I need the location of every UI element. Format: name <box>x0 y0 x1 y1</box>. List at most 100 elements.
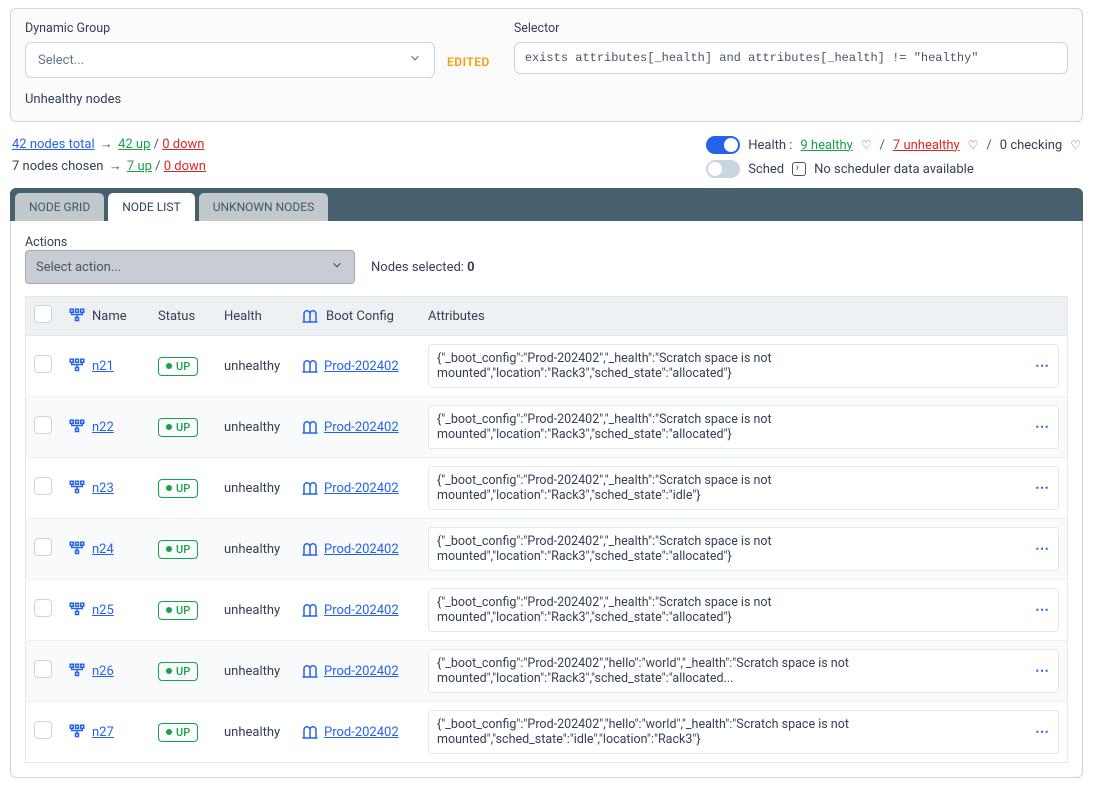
boot-config-link[interactable]: Prod-202402 <box>324 664 399 679</box>
actions-placeholder: Select action... <box>36 260 121 275</box>
node-icon <box>68 540 86 558</box>
boot-config-link[interactable]: Prod-202402 <box>324 542 399 557</box>
boot-icon <box>300 662 320 680</box>
health-cell: unhealthy <box>216 702 292 763</box>
chosen-down-link[interactable]: 0 down <box>164 159 206 174</box>
health-unhealthy-link[interactable]: 7 unhealthy <box>893 138 960 153</box>
row-menu-icon[interactable]: ⋯ <box>1035 724 1050 740</box>
table-row: n21UPunhealthyProd-202402{"_boot_config"… <box>26 336 1068 397</box>
tab-node-grid[interactable]: NODE GRID <box>15 193 104 221</box>
boot-config-link[interactable]: Prod-202402 <box>324 603 399 618</box>
node-icon <box>68 418 86 436</box>
selector-label: Selector <box>514 21 1068 36</box>
col-status: Status <box>150 297 216 336</box>
total-up-link[interactable]: 42 up <box>118 137 150 152</box>
col-boot: Boot Config <box>326 309 394 324</box>
filter-panel: Dynamic Group Select... EDITED Selector … <box>10 8 1083 122</box>
row-checkbox[interactable] <box>34 660 52 678</box>
node-link[interactable]: n26 <box>92 664 114 679</box>
node-link[interactable]: n25 <box>92 603 114 618</box>
health-cell: unhealthy <box>216 519 292 580</box>
health-cell: unhealthy <box>216 336 292 397</box>
row-menu-icon[interactable]: ⋯ <box>1035 480 1050 496</box>
row-checkbox[interactable] <box>34 355 52 373</box>
filter-subline: Unhealthy nodes <box>25 92 1068 107</box>
table-row: n25UPunhealthyProd-202402{"_boot_config"… <box>26 580 1068 641</box>
attributes-text: {"_boot_config":"Prod-202402","hello":"w… <box>437 717 1035 747</box>
boot-config-link[interactable]: Prod-202402 <box>324 725 399 740</box>
row-checkbox[interactable] <box>34 721 52 739</box>
chevron-down-icon <box>408 51 422 69</box>
row-menu-icon[interactable]: ⋯ <box>1035 602 1050 618</box>
boot-config-link[interactable]: Prod-202402 <box>324 481 399 496</box>
attributes-text: {"_boot_config":"Prod-202402","_health":… <box>437 351 1035 381</box>
status-badge: UP <box>158 540 198 559</box>
attributes-box: {"_boot_config":"Prod-202402","_health":… <box>428 405 1059 449</box>
row-menu-icon[interactable]: ⋯ <box>1035 663 1050 679</box>
nodes-table: Name Status Health Boot Config Attribute… <box>25 296 1068 763</box>
chosen-summary: 7 nodes chosen → 7 up / 0 down <box>12 158 206 174</box>
node-link[interactable]: n22 <box>92 420 114 435</box>
row-checkbox[interactable] <box>34 477 52 495</box>
tab-unknown-nodes[interactable]: UNKNOWN NODES <box>199 193 329 221</box>
node-icon <box>68 307 86 325</box>
heart-checking-icon: ♡ <box>1070 138 1081 152</box>
attributes-box: {"_boot_config":"Prod-202402","_health":… <box>428 466 1059 510</box>
node-icon <box>68 479 86 497</box>
node-icon <box>68 357 86 375</box>
total-nodes-link[interactable]: 42 nodes total <box>12 137 95 152</box>
select-all-checkbox[interactable] <box>34 305 52 323</box>
edited-badge: EDITED <box>447 55 490 69</box>
boot-icon <box>300 540 320 558</box>
chosen-up-link[interactable]: 7 up <box>127 159 152 174</box>
health-toggle[interactable] <box>706 136 740 154</box>
status-badge: UP <box>158 479 198 498</box>
node-link[interactable]: n23 <box>92 481 114 496</box>
row-menu-icon[interactable]: ⋯ <box>1035 419 1050 435</box>
chevron-down-icon <box>330 258 344 276</box>
row-checkbox[interactable] <box>34 416 52 434</box>
health-cell: unhealthy <box>216 397 292 458</box>
total-down-link[interactable]: 0 down <box>162 137 204 152</box>
tab-body: Actions Select action... Nodes selected:… <box>10 221 1083 778</box>
sched-value: No scheduler data available <box>814 162 974 177</box>
actions-label: Actions <box>25 235 1068 250</box>
health-cell: unhealthy <box>216 580 292 641</box>
row-menu-icon[interactable]: ⋯ <box>1035 358 1050 374</box>
boot-icon <box>300 307 320 325</box>
attributes-box: {"_boot_config":"Prod-202402","_health":… <box>428 527 1059 571</box>
actions-select[interactable]: Select action... <box>25 250 355 284</box>
status-badge: UP <box>158 418 198 437</box>
sched-icon <box>792 162 806 176</box>
attributes-text: {"_boot_config":"Prod-202402","_health":… <box>437 473 1035 503</box>
row-checkbox[interactable] <box>34 599 52 617</box>
node-icon <box>68 601 86 619</box>
attributes-text: {"_boot_config":"Prod-202402","hello":"w… <box>437 656 1035 686</box>
node-link[interactable]: n21 <box>92 359 114 374</box>
health-cell: unhealthy <box>216 458 292 519</box>
status-badge: UP <box>158 723 198 742</box>
selector-input[interactable] <box>514 42 1068 74</box>
boot-config-link[interactable]: Prod-202402 <box>324 420 399 435</box>
node-icon <box>68 723 86 741</box>
boot-icon <box>300 723 320 741</box>
health-label: Health : <box>748 138 792 153</box>
attributes-box: {"_boot_config":"Prod-202402","_health":… <box>428 344 1059 388</box>
boot-config-link[interactable]: Prod-202402 <box>324 359 399 374</box>
tab-node-list[interactable]: NODE LIST <box>108 193 195 221</box>
health-healthy-link[interactable]: 9 healthy <box>800 138 852 153</box>
node-link[interactable]: n24 <box>92 542 114 557</box>
col-attributes: Attributes <box>420 297 1068 336</box>
attributes-box: {"_boot_config":"Prod-202402","hello":"w… <box>428 649 1059 693</box>
row-menu-icon[interactable]: ⋯ <box>1035 541 1050 557</box>
table-row: n26UPunhealthyProd-202402{"_boot_config"… <box>26 641 1068 702</box>
status-badge: UP <box>158 662 198 681</box>
dynamic-group-label: Dynamic Group <box>25 21 490 36</box>
dynamic-group-select[interactable]: Select... <box>25 42 435 78</box>
sched-toggle[interactable] <box>706 160 740 178</box>
attributes-text: {"_boot_config":"Prod-202402","_health":… <box>437 595 1035 625</box>
table-row: n27 UP unhealthy Prod-202402 {"_boot_config"… <box>26 702 1068 763</box>
node-link[interactable]: n27 <box>92 725 114 740</box>
boot-icon <box>300 479 320 497</box>
row-checkbox[interactable] <box>34 538 52 556</box>
